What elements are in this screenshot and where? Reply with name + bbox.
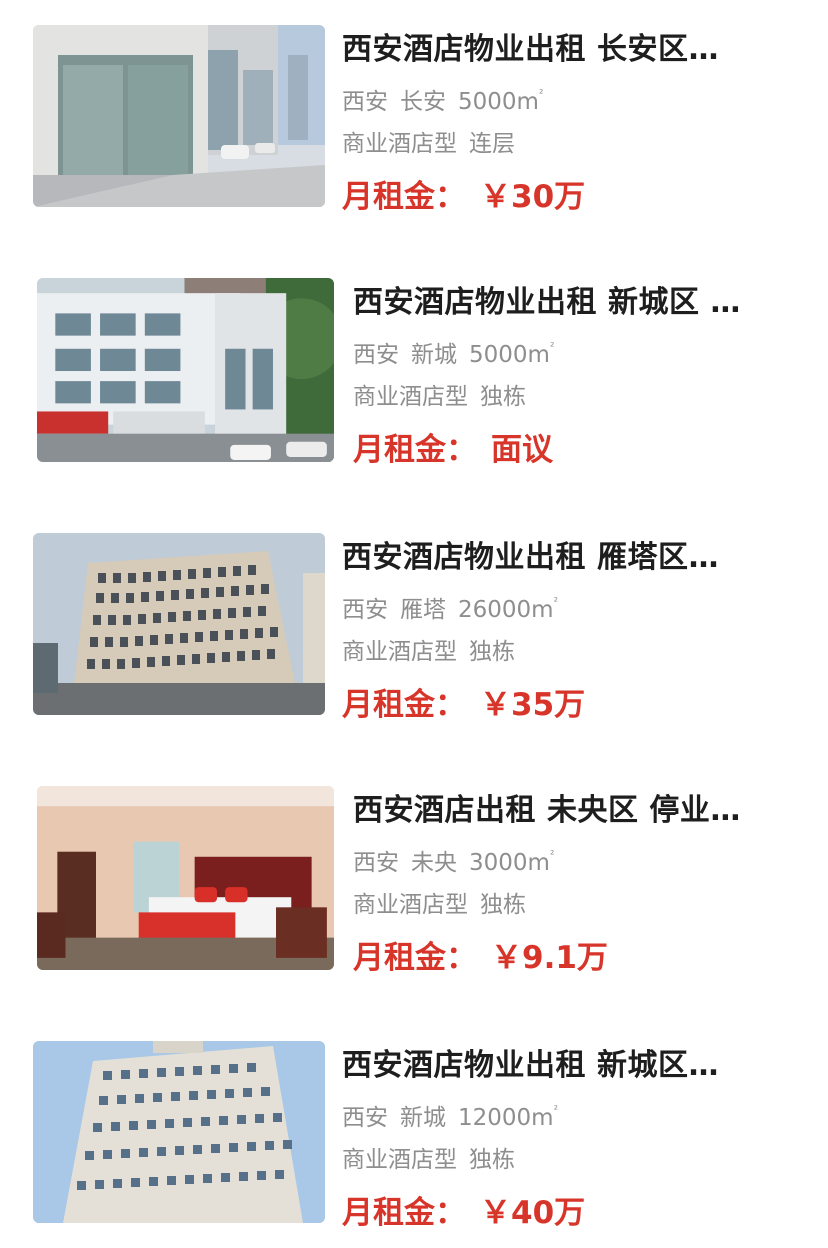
tower-building-image [33, 533, 325, 715]
listing-type: 商业酒店型 [342, 639, 457, 665]
rent-value: ￥9.1万 [491, 940, 608, 976]
listing-area: 12000m [458, 1105, 554, 1131]
listing-title: 西安酒店物业出租 雁塔区… [342, 540, 719, 575]
listing-area: 26000m [458, 597, 554, 623]
hotel-room-photo [37, 786, 334, 970]
hotel-room-image [37, 786, 334, 970]
listing-rent: 月租金： 面议 [353, 430, 553, 470]
listing-district: 新城 [411, 342, 457, 368]
rent-label: 月租金： [353, 940, 477, 976]
rent-label: 月租金： [342, 687, 466, 723]
listing-district: 长安 [400, 89, 446, 115]
listing-card[interactable]: 西安酒店物业出租 雁塔区… 西安 雁塔 26000m² 商业酒店型 独栋 月租金： ￥3… [0, 533, 828, 733]
listing-card[interactable]: 西安酒店物业出租 新城区… 西安 新城 12000m² 商业酒店型 独栋 月租金： ￥4… [0, 1041, 828, 1241]
listing-card[interactable]: 西安酒店物业出租 长安区… 西安 长安 5000m² 商业酒店型 连层 月租金： ￥30… [0, 25, 828, 225]
listing-type: 商业酒店型 [353, 892, 468, 918]
listing-structure: 独栋 [469, 639, 515, 665]
listing-structure: 独栋 [469, 1147, 515, 1173]
listing-city: 西安 [342, 1105, 388, 1131]
listing-structure: 独栋 [480, 384, 526, 410]
listing-title: 西安酒店物业出租 长安区… [342, 32, 719, 67]
rent-value: ￥30万 [480, 179, 586, 215]
listing-location-area: 西安 新城 12000m² [342, 1095, 558, 1133]
listing-rent: 月租金： ￥40万 [342, 1193, 585, 1233]
listing-city: 西安 [353, 850, 399, 876]
listing-area: 5000m [458, 89, 539, 115]
listing-rent: 月租金： ￥9.1万 [353, 938, 608, 978]
listing-structure: 独栋 [480, 892, 526, 918]
listing-card[interactable]: 西安酒店物业出租 新城区 … 西安 新城 5000m² 商业酒店型 独栋 月租金： 面议 [0, 278, 828, 478]
listing-location-area: 西安 长安 5000m² [342, 79, 543, 117]
rent-value: ￥40万 [480, 1195, 586, 1231]
highrise-building-image [33, 1041, 325, 1223]
listing-card[interactable]: 西安酒店出租 未央区 停业… 西安 未央 3000m² 商业酒店型 独栋 月租金： ￥9… [0, 786, 828, 986]
storefront-image [33, 25, 325, 207]
listing-location-area: 西安 雁塔 26000m² [342, 587, 558, 625]
listing-rent: 月租金： ￥35万 [342, 685, 585, 725]
listing-location-area: 西安 未央 3000m² [353, 840, 554, 878]
tower-building-photo [33, 533, 325, 715]
listing-city: 西安 [342, 597, 388, 623]
listing-type: 商业酒店型 [342, 131, 457, 157]
listing-city: 西安 [342, 89, 388, 115]
listing-type: 商业酒店型 [342, 1147, 457, 1173]
listing-type-structure: 商业酒店型 独栋 [353, 890, 526, 920]
listing-title: 西安酒店出租 未央区 停业… [353, 793, 741, 828]
listing-rent: 月租金： ￥30万 [342, 177, 585, 217]
listing-district: 雁塔 [400, 597, 446, 623]
listing-location-area: 西安 新城 5000m² [353, 332, 554, 370]
area-unit-superscript: ² [553, 595, 558, 608]
area-unit-superscript: ² [549, 848, 555, 861]
rent-value: 面议 [491, 432, 553, 468]
glass-storefront-photo [33, 25, 325, 207]
rent-label: 月租金： [342, 1195, 466, 1231]
area-unit-superscript: ² [538, 87, 544, 100]
area-unit-superscript: ² [553, 1103, 558, 1116]
rent-value: ￥35万 [480, 687, 586, 723]
rent-label: 月租金： [353, 432, 477, 468]
listing-area: 3000m [469, 850, 550, 876]
listing-type-structure: 商业酒店型 独栋 [353, 382, 526, 412]
listing-title: 西安酒店物业出租 新城区 … [353, 285, 741, 320]
listing-type-structure: 商业酒店型 连层 [342, 129, 515, 159]
listing-district: 未央 [411, 850, 457, 876]
area-unit-superscript: ² [549, 340, 555, 353]
listing-title: 西安酒店物业出租 新城区… [342, 1048, 719, 1083]
white-building-photo [37, 278, 334, 462]
listing-type: 商业酒店型 [353, 384, 468, 410]
listing-type-structure: 商业酒店型 独栋 [342, 1145, 515, 1175]
listing-city: 西安 [353, 342, 399, 368]
rent-label: 月租金： [342, 179, 466, 215]
highrise-building-photo [33, 1041, 325, 1223]
listing-district: 新城 [400, 1105, 446, 1131]
white-building-image [37, 278, 334, 462]
listing-type-structure: 商业酒店型 独栋 [342, 637, 515, 667]
listing-structure: 连层 [469, 131, 515, 157]
listing-area: 5000m [469, 342, 550, 368]
